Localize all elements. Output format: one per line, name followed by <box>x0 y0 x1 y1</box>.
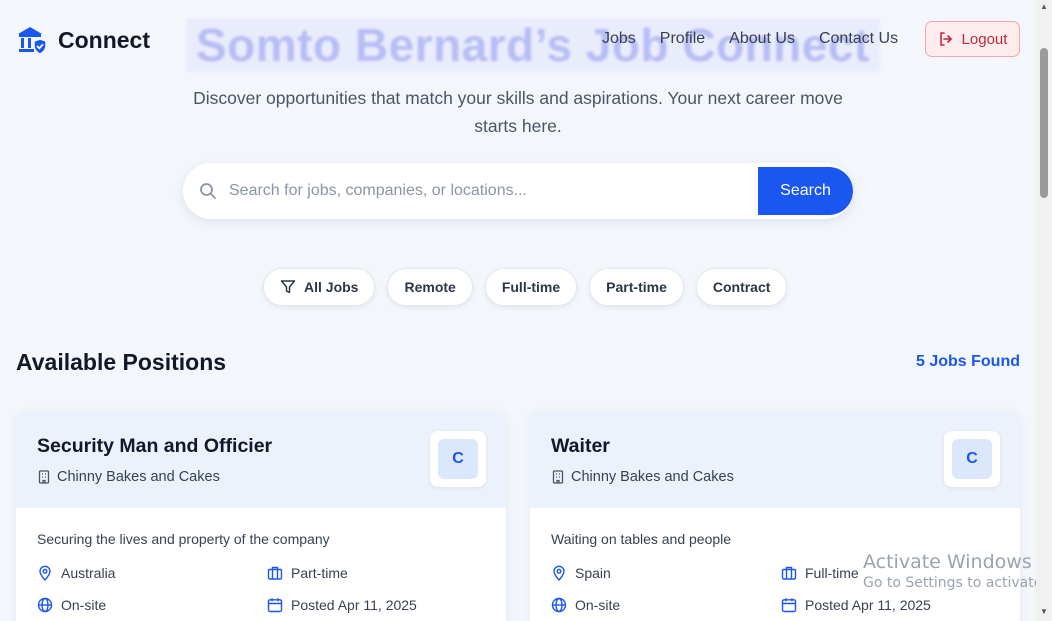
job-type-text: Full-time <box>805 565 859 581</box>
job-posted-date: Posted Apr 11, 2025 <box>267 597 417 613</box>
work-mode-text: On-site <box>575 597 621 613</box>
job-type: Full-time <box>781 565 859 581</box>
job-location: Spain <box>551 565 611 581</box>
map-pin-icon <box>553 565 565 581</box>
job-company: Chinny Bakes and Cakes <box>551 469 734 485</box>
location-text: Spain <box>575 565 611 581</box>
tagline: Discover opportunities that match your s… <box>193 88 843 136</box>
company-name: Chinny Bakes and Cakes <box>57 469 220 485</box>
job-work-mode: On-site <box>551 597 620 613</box>
filter-label: Part-time <box>606 279 667 295</box>
company-logo: C <box>944 431 1000 487</box>
job-title: Waiter <box>551 435 610 457</box>
company-name: Chinny Bakes and Cakes <box>571 469 734 485</box>
job-type-text: Part-time <box>291 565 348 581</box>
job-company: Chinny Bakes and Cakes <box>37 469 220 485</box>
posted-text: Posted Apr 11, 2025 <box>291 597 417 613</box>
job-card-header: Waiter Chinny Bakes and Cakes C <box>530 411 1020 508</box>
filter-contract[interactable]: Contract <box>695 268 788 306</box>
logout-button[interactable]: Logout <box>925 21 1020 57</box>
filter-all-jobs[interactable]: All Jobs <box>263 268 376 306</box>
job-card[interactable]: Security Man and Officier Chinny Bakes a… <box>16 411 506 621</box>
watermark-subtitle: Go to Settings to activate Windows. <box>863 575 1036 591</box>
job-location: Australia <box>37 565 115 581</box>
search-bar: Search <box>183 163 853 219</box>
filter-label: All Jobs <box>304 279 359 295</box>
filter-full-time[interactable]: Full-time <box>484 268 578 306</box>
main-nav: Jobs Profile About Us Contact Us <box>602 30 898 48</box>
watermark-title: Activate Windows <box>863 551 1032 573</box>
nav-jobs[interactable]: Jobs <box>602 30 636 48</box>
nav-profile[interactable]: Profile <box>660 30 705 48</box>
work-mode-text: On-site <box>61 597 107 613</box>
filter-label: Contract <box>712 279 771 295</box>
filter-part-time[interactable]: Part-time <box>589 268 684 306</box>
scroll-up-arrow-icon[interactable]: ▲ <box>1039 2 1049 12</box>
activate-windows-watermark: Activate Windows Go to Settings to activ… <box>863 551 1036 591</box>
job-title: Security Man and Officier <box>37 435 273 457</box>
filter-icon <box>280 280 296 294</box>
logout-icon <box>939 32 952 46</box>
job-posted-date: Posted Apr 11, 2025 <box>781 597 931 613</box>
company-logo-letter: C <box>952 439 992 479</box>
company-logo: C <box>430 431 486 487</box>
scroll-thumb[interactable] <box>1040 48 1048 198</box>
location-text: Australia <box>61 565 116 581</box>
briefcase-icon <box>781 566 797 580</box>
search-icon <box>200 183 216 199</box>
bank-shield-icon <box>18 27 47 55</box>
job-type: Part-time <box>267 565 348 581</box>
job-description: Securing the lives and property of the c… <box>37 531 330 547</box>
map-pin-icon <box>39 565 51 581</box>
nav-contact-us[interactable]: Contact Us <box>819 30 898 48</box>
brand-name: Connect <box>58 26 150 53</box>
job-work-mode: On-site <box>37 597 106 613</box>
scroll-down-arrow-icon[interactable]: ▼ <box>1039 607 1049 617</box>
calendar-icon <box>267 598 283 613</box>
search-input[interactable] <box>229 182 758 200</box>
job-card-header: Security Man and Officier Chinny Bakes a… <box>16 411 506 508</box>
calendar-icon <box>781 598 797 613</box>
search-button[interactable]: Search <box>758 167 853 215</box>
filter-chips: All Jobs Remote Full-time Part-time Cont… <box>263 268 788 306</box>
section-title: Available Positions <box>16 349 227 375</box>
building-icon <box>38 470 50 484</box>
building-icon <box>552 470 564 484</box>
nav-about-us[interactable]: About Us <box>729 30 795 48</box>
filter-label: Full-time <box>501 279 561 295</box>
company-logo-letter: C <box>438 439 478 479</box>
filter-label: Remote <box>404 279 456 295</box>
posted-text: Posted Apr 11, 2025 <box>805 597 931 613</box>
job-description: Waiting on tables and people <box>551 531 732 547</box>
brand-logo[interactable]: Connect <box>16 24 150 56</box>
page: Somto Bernard’s Job Connect Connect Jobs… <box>0 0 1036 621</box>
globe-icon <box>551 597 567 613</box>
briefcase-icon <box>267 566 283 580</box>
vertical-scrollbar[interactable]: ▲ ▼ <box>1036 0 1052 621</box>
logout-label: Logout <box>961 30 1008 48</box>
jobs-count: 5 Jobs Found <box>916 353 1020 370</box>
header: Somto Bernard’s Job Connect Connect Jobs… <box>0 0 1036 80</box>
globe-icon <box>37 597 53 613</box>
filter-remote[interactable]: Remote <box>387 268 473 306</box>
